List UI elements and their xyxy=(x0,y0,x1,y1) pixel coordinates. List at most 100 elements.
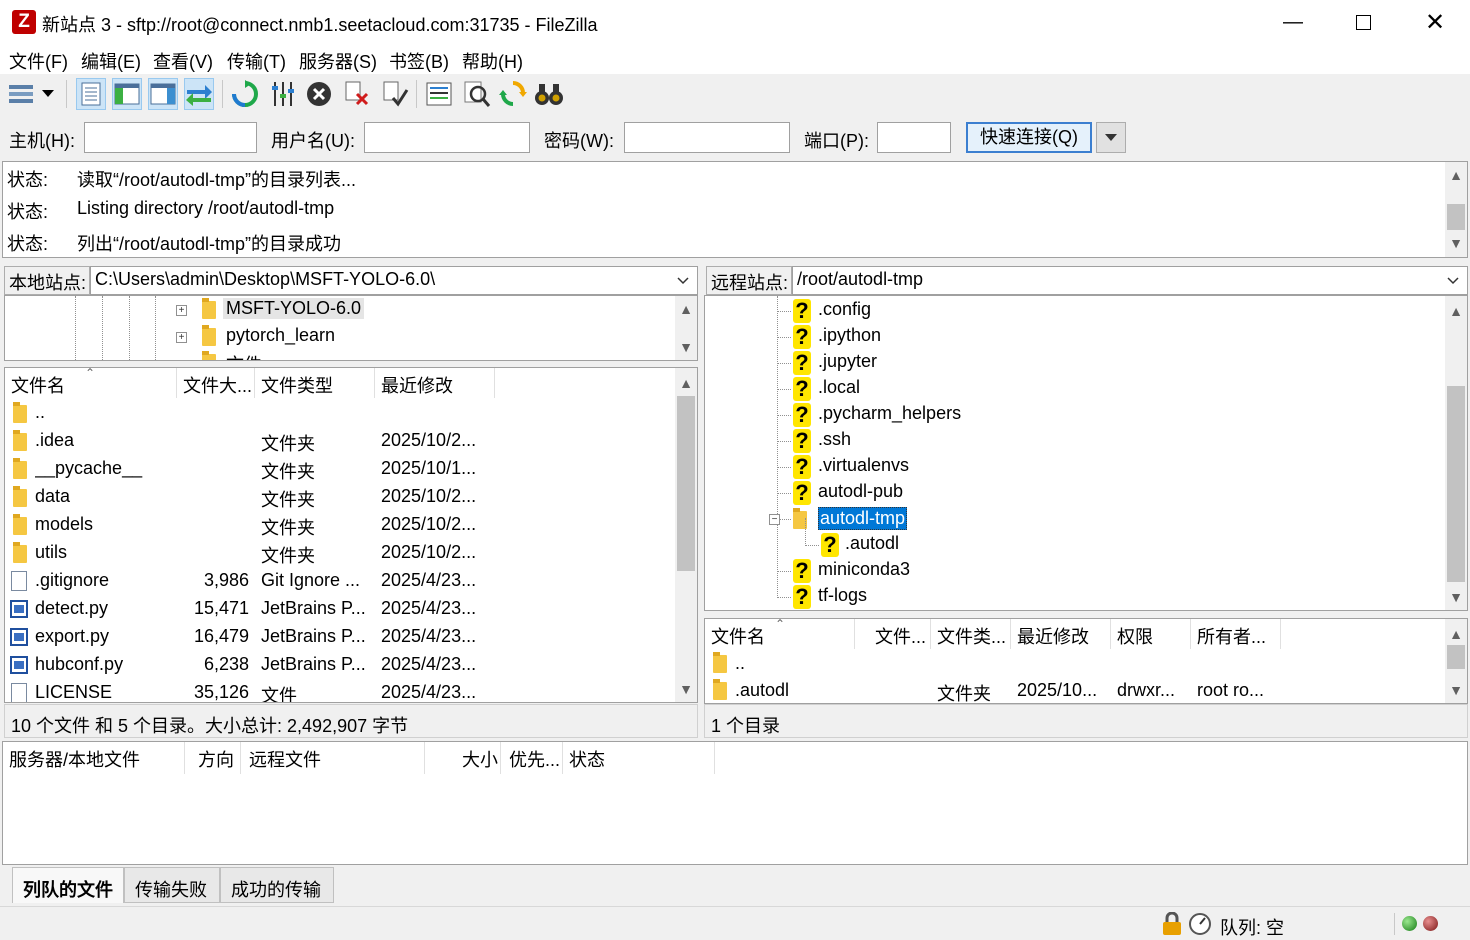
tab-successful-transfers[interactable]: 成功的传输 xyxy=(220,867,334,903)
tree-item[interactable]: ? .local xyxy=(705,376,1435,404)
column-filetype[interactable]: 文件类... xyxy=(931,619,1011,649)
close-icon[interactable]: ✕ xyxy=(1400,0,1470,44)
scroll-thumb[interactable] xyxy=(1447,204,1465,230)
maximize-icon[interactable] xyxy=(1328,0,1398,44)
site-manager-icon[interactable] xyxy=(6,78,36,110)
column-remote-file[interactable]: 远程文件 xyxy=(241,742,425,774)
quickconnect-dropdown-button[interactable] xyxy=(1096,122,1126,153)
tab-queued-files[interactable]: 列队的文件 xyxy=(12,867,124,903)
scroll-down-icon[interactable]: ▼ xyxy=(1445,679,1467,701)
scroll-up-icon[interactable]: ▲ xyxy=(675,298,697,320)
scroll-down-icon[interactable]: ▼ xyxy=(1445,586,1467,608)
tree-item-files[interactable]: 文件 xyxy=(226,351,262,360)
column-filename[interactable]: 文件名 ⌃ xyxy=(705,619,855,649)
local-files-scrollbar[interactable]: ▲ ▼ xyxy=(675,368,697,702)
scroll-thumb[interactable] xyxy=(1447,645,1465,669)
menu-transfer[interactable]: 传输(T) xyxy=(227,48,286,74)
scroll-thumb[interactable] xyxy=(677,396,695,571)
expand-icon[interactable]: + xyxy=(176,332,187,343)
table-row[interactable]: models 文件夹 2025/10/2... xyxy=(5,512,675,540)
column-direction[interactable]: 方向 xyxy=(185,742,241,774)
tree-item-msft-yolo[interactable]: MSFT-YOLO-6.0 xyxy=(223,298,365,319)
remote-tree-scrollbar[interactable]: ▲ ▼ xyxy=(1445,296,1467,610)
minimize-icon[interactable]: — xyxy=(1258,0,1328,44)
column-size[interactable]: 大小 xyxy=(425,742,501,774)
toggle-remote-tree-icon[interactable] xyxy=(148,78,178,110)
scroll-down-icon[interactable]: ▼ xyxy=(1445,232,1467,254)
scroll-thumb[interactable] xyxy=(1447,386,1465,582)
binoculars-icon[interactable] xyxy=(534,78,564,110)
menu-file[interactable]: 文件(F) xyxy=(9,48,68,74)
tree-item[interactable]: − autodl-tmp xyxy=(705,506,1435,534)
column-modified[interactable]: 最近修改 xyxy=(375,368,495,398)
table-row[interactable]: .. xyxy=(5,400,675,428)
tree-item[interactable]: ? .jupyter xyxy=(705,350,1435,378)
menu-help[interactable]: 帮助(H) xyxy=(462,48,523,74)
host-input[interactable] xyxy=(84,122,257,153)
remote-path-combo[interactable]: /root/autodl-tmp xyxy=(792,266,1468,295)
tree-item[interactable]: ? .ipython xyxy=(705,324,1435,352)
toggle-local-tree-icon[interactable] xyxy=(112,78,142,110)
table-row[interactable]: hubconf.py 6,238 JetBrains P... 2025/4/23..… xyxy=(5,652,675,680)
local-tree-scrollbar[interactable]: ▲ ▼ xyxy=(675,296,697,360)
remote-files-scrollbar[interactable]: ▲ ▼ xyxy=(1445,619,1467,703)
refresh-icon[interactable] xyxy=(230,78,260,110)
port-input[interactable] xyxy=(877,122,951,153)
toggle-message-log-icon[interactable] xyxy=(76,78,106,110)
column-owner[interactable]: 所有者... xyxy=(1191,619,1281,649)
log-scrollbar[interactable]: ▲ ▼ xyxy=(1445,162,1467,257)
tree-item[interactable]: ? .ssh xyxy=(705,428,1435,456)
table-row[interactable]: detect.py 15,471 JetBrains P... 2025/4/23..… xyxy=(5,596,675,624)
collapse-icon[interactable]: − xyxy=(769,514,780,525)
table-row[interactable]: __pycache__ 文件夹 2025/10/1... xyxy=(5,456,675,484)
speed-limit-icon[interactable] xyxy=(1188,912,1212,936)
scroll-up-icon[interactable]: ▲ xyxy=(1445,300,1467,322)
tree-item[interactable]: ? miniconda3 xyxy=(705,558,1435,586)
scroll-up-icon[interactable]: ▲ xyxy=(1445,623,1467,645)
scroll-up-icon[interactable]: ▲ xyxy=(1445,164,1467,186)
column-modified[interactable]: 最近修改 xyxy=(1011,619,1111,649)
toggle-transfer-queue-icon[interactable] xyxy=(184,78,214,110)
table-row[interactable]: .idea 文件夹 2025/10/2... xyxy=(5,428,675,456)
menu-view[interactable]: 查看(V) xyxy=(153,48,213,74)
quickconnect-button[interactable]: 快速连接(Q) xyxy=(966,122,1092,153)
site-manager-dropdown-icon[interactable] xyxy=(38,78,58,110)
scroll-down-icon[interactable]: ▼ xyxy=(675,678,697,700)
tree-item-pytorch-learn[interactable]: pytorch_learn xyxy=(226,325,335,346)
reconnect-icon[interactable] xyxy=(380,78,410,110)
menu-edit[interactable]: 编辑(E) xyxy=(81,48,141,74)
cancel-operation-icon[interactable] xyxy=(304,78,334,110)
table-row[interactable]: .gitignore 3,986 Git Ignore ... 2025/4/23..… xyxy=(5,568,675,596)
column-filetype[interactable]: 文件类型 xyxy=(255,368,375,398)
compare-directories-icon[interactable] xyxy=(498,78,528,110)
table-row[interactable]: export.py 16,479 JetBrains P... 2025/4/23..… xyxy=(5,624,675,652)
column-server-local-file[interactable]: 服务器/本地文件 xyxy=(3,742,185,774)
menu-bookmarks[interactable]: 书签(B) xyxy=(389,48,449,74)
tab-failed-transfers[interactable]: 传输失败 xyxy=(124,867,220,903)
process-queue-icon[interactable] xyxy=(268,78,298,110)
tree-item[interactable]: ? autodl-pub xyxy=(705,480,1435,508)
tree-item[interactable]: ? .pycharm_helpers xyxy=(705,402,1435,430)
column-filesize[interactable]: 文件... xyxy=(855,619,931,649)
menu-server[interactable]: 服务器(S) xyxy=(299,48,377,74)
tree-item[interactable]: ? .virtualenvs xyxy=(705,454,1435,482)
column-filename[interactable]: 文件名 ⌃ xyxy=(5,368,177,398)
scroll-up-icon[interactable]: ▲ xyxy=(675,372,697,394)
table-row[interactable]: data 文件夹 2025/10/2... xyxy=(5,484,675,512)
column-priority[interactable]: 优先... xyxy=(501,742,563,774)
scroll-down-icon[interactable]: ▼ xyxy=(675,336,697,358)
expand-icon[interactable]: + xyxy=(176,305,187,316)
column-permissions[interactable]: 权限 xyxy=(1111,619,1191,649)
directory-listing-filters-icon[interactable] xyxy=(424,78,454,110)
username-input[interactable] xyxy=(364,122,530,153)
password-input[interactable] xyxy=(624,122,790,153)
disconnect-icon[interactable] xyxy=(342,78,372,110)
tree-item[interactable]: ? .autodl xyxy=(705,532,1435,560)
column-status[interactable]: 状态 xyxy=(563,742,715,774)
search-icon[interactable] xyxy=(462,78,492,110)
column-filesize[interactable]: 文件大... xyxy=(177,368,255,398)
table-row[interactable]: LICENSE 35,126 文件 2025/4/23... xyxy=(5,680,675,702)
table-row[interactable]: utils 文件夹 2025/10/2... xyxy=(5,540,675,568)
tree-item[interactable]: ? tf-logs xyxy=(705,584,1435,610)
local-path-combo[interactable]: C:\Users\admin\Desktop\MSFT-YOLO-6.0\ xyxy=(90,266,698,295)
